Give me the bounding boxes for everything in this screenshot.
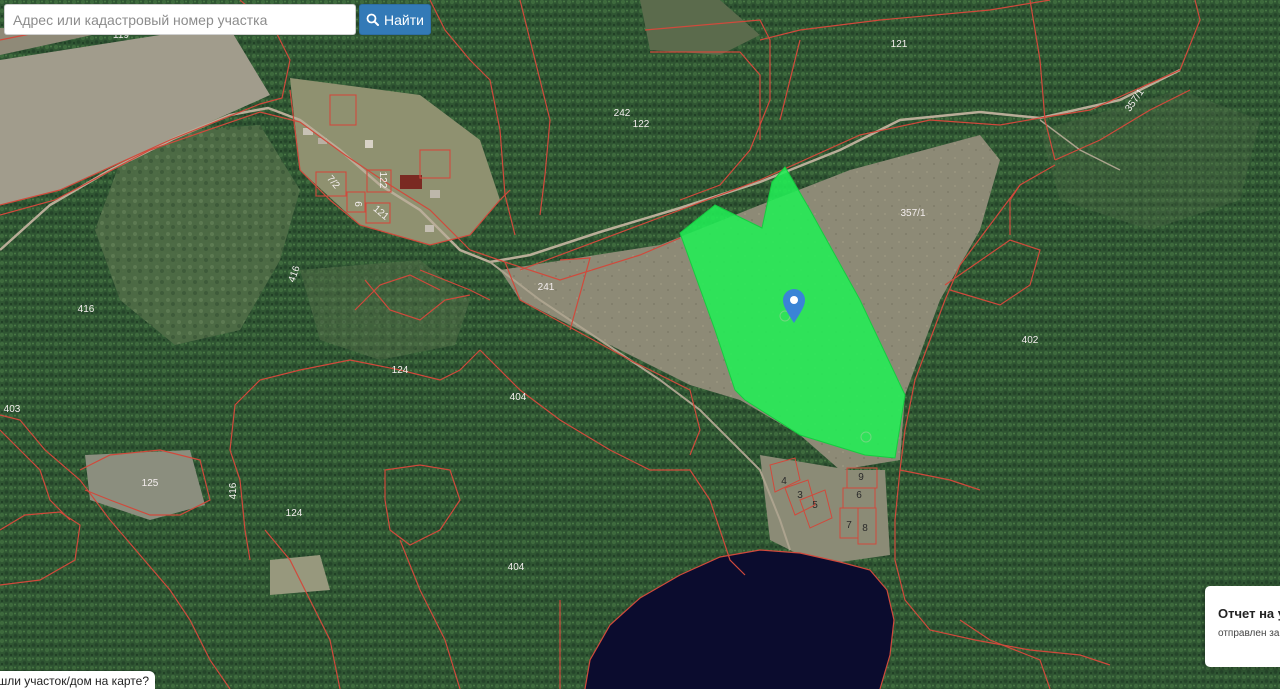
satellite-map[interactable]: 119121242122357/1357/17/2 1226 12141641624… [0,0,1280,689]
parcel-number-label: 416 [228,482,239,499]
report-card[interactable]: Отчет на у отправлен за [1205,586,1280,667]
parcel-number-label: 416 [78,304,95,315]
parcel-number-label: 4 [781,476,787,487]
report-card-subtitle: отправлен за [1218,628,1280,639]
parcel-number-label: 121 [891,39,908,50]
parcel-number-label: 241 [538,282,555,293]
parcel-number-label: 6 [352,201,363,207]
parcel-number-label: 124 [286,508,303,519]
parcel-number-label: 6 [856,490,862,501]
parcel-number-label: 122 [377,172,388,189]
found-parcel-link-text: ашли участок/дом на карте? [0,674,149,688]
parcel-number-label: 125 [142,478,159,489]
search-button[interactable]: Найти [359,4,431,35]
parcel-number-label: 357/1 [900,208,925,219]
parcel-number-label: 122 [633,119,650,130]
parcel-number-label: 3 [797,490,803,501]
parcel-number-label: 404 [508,562,525,573]
search-button-label: Найти [384,11,424,28]
report-card-title: Отчет на у [1218,606,1280,621]
parcel-number-label: 403 [4,404,21,415]
parcel-number-label: 124 [392,365,409,376]
found-parcel-link[interactable]: ашли участок/дом на карте? [0,671,155,689]
parcel-number-label: 9 [858,472,864,483]
parcel-number-label: 5 [812,500,818,511]
parcel-number-label: 7 [846,520,852,531]
parcel-number-label: 242 [614,108,631,119]
parcel-number-label: 8 [862,523,868,534]
search-input[interactable] [4,4,356,35]
parcel-number-label: 404 [510,392,527,403]
search-icon [366,13,380,26]
parcel-number-label: 402 [1022,335,1039,346]
